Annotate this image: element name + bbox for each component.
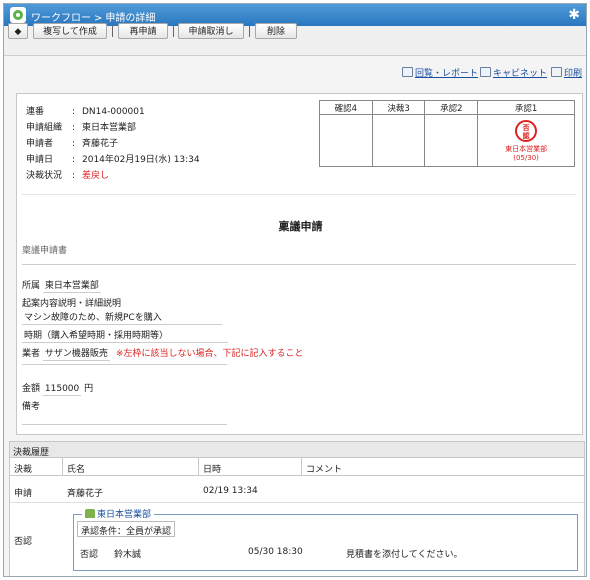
approval-history-panel: 決裁履歴 決裁 氏名 日時 コメント 申請 斉藤花子 02/19 13:34 否…: [9, 441, 585, 576]
rejection-stamp: 否認: [515, 119, 538, 142]
toolbar-divider: [112, 25, 113, 37]
info-date: 申請日:2014年02月19日(水) 13:34: [26, 155, 200, 165]
status-badge: 差戻し: [82, 171, 110, 181]
print-link[interactable]: 印刷: [551, 66, 582, 79]
approval-cell: [424, 114, 479, 167]
approval-header: 確認4: [319, 100, 373, 115]
circulate-report-link[interactable]: 回覧・レポート: [402, 66, 478, 79]
col-comment: コメント: [306, 465, 343, 475]
sub-datetime: 05/30 18:30: [248, 547, 303, 557]
history-title: 決裁履歴: [10, 442, 584, 458]
approval-header: 決裁3: [371, 100, 426, 115]
approval-stamp-table: 確認4 決裁3 承認2 承認1 否認 東日本営業部 (05/30): [319, 100, 575, 167]
copy-create-button[interactable]: 複写して作成: [33, 23, 107, 39]
approval-cell: [371, 114, 426, 167]
remarks-label: 備考: [22, 402, 41, 412]
divider: [22, 194, 576, 195]
stamp-date: (05/30): [513, 153, 539, 162]
col-divider: [198, 458, 199, 476]
approver-group-title: 東日本営業部: [82, 507, 155, 520]
sub-decision: 否認: [80, 550, 99, 560]
col-decision: 決裁: [14, 465, 33, 475]
stamp-department: 東日本営業部: [505, 144, 548, 153]
row1-name: 斉藤花子: [67, 489, 104, 499]
col-divider: [301, 458, 302, 476]
workflow-window: ワークフロー > 申請の詳細 ✱ ◆ 複写して作成 再申請 申請取消し 削除 回覧・…: [3, 3, 587, 577]
col-datetime: 日時: [203, 465, 222, 475]
approval-condition: 承認条件：全員が承認: [77, 521, 176, 537]
approval-cell: [319, 114, 373, 167]
info-number: 連番: DN14-000001: [26, 107, 145, 117]
back-button[interactable]: ◆: [8, 23, 28, 39]
toolbar-divider: [173, 25, 174, 37]
circulate-report-label: 回覧・レポート: [415, 69, 479, 79]
description-field: マシン故障のため、新規PCを購入: [22, 310, 222, 325]
toolbar-divider: [249, 25, 250, 37]
document-panel: 連番: DN14-000001 申請組織: 東日本営業部 申請者: 斉藤花子 申請日:…: [16, 93, 583, 435]
app-logo-icon: [10, 7, 26, 23]
amount-field: 金額 115000 円: [22, 384, 94, 396]
cabinet-label: キャビネット: [493, 69, 548, 79]
history-column-headers: 決裁 氏名 日時 コメント: [10, 458, 584, 476]
printer-icon: [551, 67, 562, 77]
description-label: 起案内容説明・詳細説明: [22, 299, 122, 309]
cabinet-icon: [480, 67, 491, 77]
col-name: 氏名: [67, 465, 86, 475]
info-organization: 申請組織: 東日本営業部: [26, 123, 137, 133]
row1-decision: 申請: [14, 489, 33, 499]
reapply-button[interactable]: 再申請: [118, 23, 168, 39]
approval-header: 承認2: [424, 100, 479, 115]
sub-comment: 見積書を添付してください。: [346, 550, 463, 560]
divider: [22, 364, 227, 365]
cabinet-link[interactable]: キャビネット: [480, 66, 547, 79]
info-applicant: 申請者: 斉藤花子: [26, 139, 119, 149]
print-label: 印刷: [564, 69, 583, 79]
info-status: 決裁状況: 差戻し: [26, 171, 110, 181]
row2-decision: 否認: [14, 537, 33, 547]
breadcrumb: ワークフロー > 申請の詳細: [31, 9, 155, 24]
period-label: 時期（購入希望時期・採用時期等）: [22, 328, 228, 343]
gear-icon[interactable]: ✱: [568, 7, 580, 23]
row1-datetime: 02/19 13:34: [203, 486, 258, 496]
col-divider: [62, 458, 63, 476]
delete-button[interactable]: 削除: [255, 23, 297, 39]
form-name: 稟議申請書: [22, 246, 68, 256]
vendor-note: ※左枠に該当しない場合、下記に記入すること: [115, 349, 304, 359]
approval-header: 承認1: [477, 100, 575, 115]
divider: [22, 264, 576, 265]
row-divider: [10, 502, 584, 503]
vendor-field: 業者 サザン機器販売 ※左枠に該当しない場合、下記に記入すること: [22, 349, 304, 361]
department-field: 所属 東日本営業部: [22, 281, 101, 293]
approval-cell-stamped: 否認 東日本営業部 (05/30): [477, 114, 575, 167]
sub-name: 鈴木誠: [114, 550, 142, 560]
divider: [22, 424, 227, 425]
back-arrow-icon: ◆: [14, 26, 22, 36]
pencil-icon: [402, 67, 413, 77]
document-title: 稟議申請: [278, 220, 323, 233]
group-icon: [85, 509, 95, 518]
cancel-application-button[interactable]: 申請取消し: [178, 23, 244, 39]
